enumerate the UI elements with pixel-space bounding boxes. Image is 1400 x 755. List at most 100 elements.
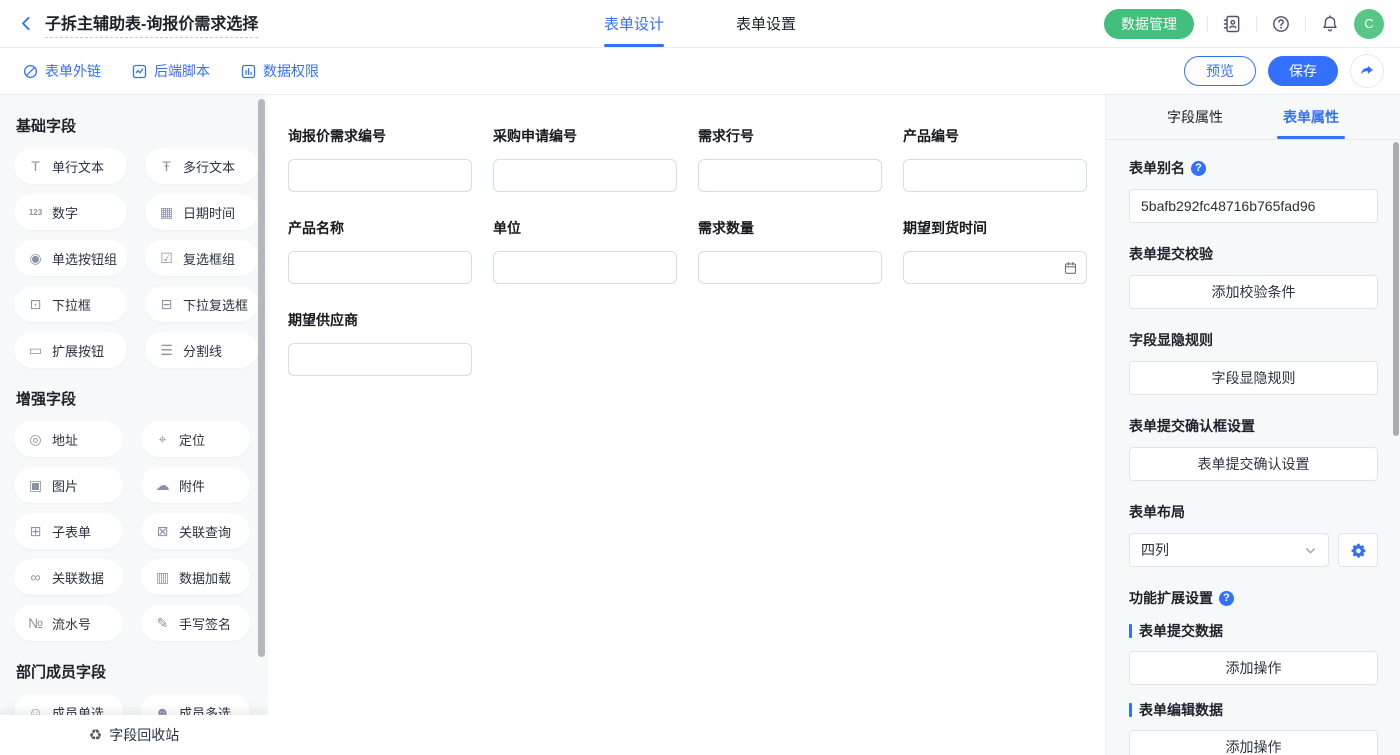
- field-item-select[interactable]: ⊡下拉框: [14, 286, 127, 322]
- tab-form-settings[interactable]: 表单设置: [736, 0, 796, 47]
- form-layout-label: 表单布局: [1129, 502, 1185, 522]
- backend-script-label: 后端脚本: [154, 61, 210, 81]
- field-input-expected-arrival-date[interactable]: [903, 251, 1087, 284]
- pen-icon: ✎: [154, 615, 171, 632]
- field-item-serial-number[interactable]: №流水号: [14, 605, 123, 641]
- tab-form-design[interactable]: 表单设计: [604, 0, 664, 47]
- field-input-unit[interactable]: [493, 251, 677, 284]
- form-canvas[interactable]: 询报价需求编号 采购申请编号 需求行号 产品编号 产品名称 单位: [268, 95, 1105, 755]
- field-input-purchase-request-no[interactable]: [493, 159, 677, 192]
- field-item-subform[interactable]: ⊞子表单: [14, 513, 123, 549]
- canvas-field[interactable]: 需求数量: [698, 218, 882, 284]
- extension-settings-label: 功能扩展设置: [1129, 588, 1213, 608]
- bar-chart-icon: ▥: [154, 569, 171, 586]
- add-validation-button[interactable]: 添加校验条件: [1129, 275, 1378, 309]
- serial-icon: №: [27, 615, 44, 631]
- button-icon: ▭: [27, 342, 44, 359]
- field-item-number[interactable]: 123数字: [14, 194, 127, 230]
- field-item-signature[interactable]: ✎手写签名: [141, 605, 250, 641]
- section-title-basic-fields: 基础字段: [16, 115, 250, 136]
- calendar-icon: ▦: [158, 204, 175, 221]
- panel-scrollbar[interactable]: [1393, 142, 1399, 436]
- single-line-text-icon: T: [27, 158, 44, 174]
- canvas-field[interactable]: 需求行号: [698, 126, 882, 192]
- field-item-linked-data[interactable]: ∞关联数据: [14, 559, 123, 595]
- tab-form-properties[interactable]: 表单属性: [1283, 95, 1339, 139]
- link-icon: [22, 63, 39, 80]
- field-item-location[interactable]: ⌖定位: [141, 421, 250, 457]
- field-item-multi-select[interactable]: ⊟下拉复选框: [145, 286, 258, 322]
- field-visibility-button[interactable]: 字段显隐规则: [1129, 361, 1378, 395]
- submit-confirm-label: 表单提交确认框设置: [1129, 416, 1255, 436]
- canvas-field[interactable]: 单位: [493, 218, 677, 284]
- select-icon: ⊡: [27, 296, 44, 313]
- field-item-single-line-text[interactable]: T单行文本: [14, 148, 127, 184]
- canvas-field[interactable]: 采购申请编号: [493, 126, 677, 192]
- help-icon[interactable]: [1270, 13, 1292, 35]
- backend-script-button[interactable]: 后端脚本: [131, 61, 210, 81]
- data-manage-button[interactable]: 数据管理: [1104, 9, 1194, 39]
- preview-button[interactable]: 预览: [1184, 56, 1256, 86]
- user-avatar[interactable]: C: [1354, 9, 1384, 39]
- field-item-extend-button[interactable]: ▭扩展按钮: [14, 332, 127, 368]
- field-input-demand-line-no[interactable]: [698, 159, 882, 192]
- field-recycle-bin[interactable]: ♻ 字段回收站: [0, 715, 268, 755]
- form-toolbar: 表单外链 后端脚本 数据权限 预览 保存: [0, 48, 1400, 95]
- submit-data-label: 表单提交数据: [1139, 621, 1223, 641]
- field-item-divider[interactable]: ☰分割线: [145, 332, 258, 368]
- properties-panel: 字段属性 表单属性 表单别名 ? 表单提交校验 添加校验条件 字段显隐规则 字段…: [1105, 95, 1400, 755]
- field-library-sidebar: 基础字段 T单行文本 Ŧ多行文本 123数字 ▦日期时间 ◉单选按钮组 ☑复选框…: [0, 95, 268, 755]
- cloud-upload-icon: ☁: [154, 477, 171, 494]
- data-permission-button[interactable]: 数据权限: [240, 61, 319, 81]
- form-layout-select[interactable]: 四列: [1129, 533, 1329, 567]
- sidebar-scrollbar[interactable]: [258, 99, 265, 657]
- crosshair-icon: ⌖: [154, 431, 171, 448]
- help-badge-icon[interactable]: ?: [1219, 591, 1234, 606]
- field-item-checkbox-group[interactable]: ☑复选框组: [145, 240, 258, 276]
- external-link-label: 表单外链: [45, 61, 101, 81]
- field-item-address[interactable]: ◎地址: [14, 421, 123, 457]
- field-item-data-load[interactable]: ▥数据加载: [141, 559, 250, 595]
- field-item-image[interactable]: ▣图片: [14, 467, 123, 503]
- canvas-field[interactable]: 询报价需求编号: [288, 126, 472, 192]
- save-button[interactable]: 保存: [1268, 56, 1338, 86]
- layout-settings-button[interactable]: [1338, 533, 1378, 567]
- data-permission-label: 数据权限: [263, 61, 319, 81]
- back-icon[interactable]: [18, 15, 35, 32]
- multi-select-icon: ⊟: [158, 296, 175, 313]
- recycle-icon: ♻: [89, 726, 102, 744]
- address-book-icon[interactable]: [1221, 13, 1243, 35]
- field-item-linked-query[interactable]: ⊠关联查询: [141, 513, 250, 549]
- field-input-product-name[interactable]: [288, 251, 472, 284]
- field-item-multi-line-text[interactable]: Ŧ多行文本: [145, 148, 258, 184]
- share-button[interactable]: [1350, 54, 1384, 88]
- submit-data-add-action-button[interactable]: 添加操作: [1129, 651, 1378, 685]
- divider-icon: ☰: [158, 342, 175, 359]
- multi-line-text-icon: Ŧ: [158, 158, 175, 174]
- field-item-radio-group[interactable]: ◉单选按钮组: [14, 240, 127, 276]
- canvas-field[interactable]: 期望供应商: [288, 310, 472, 376]
- section-marker: [1129, 703, 1132, 717]
- divider: [1207, 16, 1208, 32]
- field-input-demand-qty[interactable]: [698, 251, 882, 284]
- canvas-field[interactable]: 期望到货时间: [903, 218, 1087, 284]
- canvas-field[interactable]: 产品编号: [903, 126, 1087, 192]
- form-title[interactable]: 子拆主辅助表-询报价需求选择: [45, 10, 258, 38]
- form-alias-input[interactable]: [1129, 189, 1378, 223]
- tab-field-properties[interactable]: 字段属性: [1167, 95, 1223, 139]
- divider: [1305, 16, 1306, 32]
- field-input-expected-supplier[interactable]: [288, 343, 472, 376]
- canvas-field[interactable]: 产品名称: [288, 218, 472, 284]
- field-item-attachment[interactable]: ☁附件: [141, 467, 250, 503]
- app-header: 子拆主辅助表-询报价需求选择 表单设计 表单设置 数据管理 C: [0, 0, 1400, 48]
- gear-icon: [1350, 542, 1367, 559]
- edit-data-add-action-button[interactable]: 添加操作: [1129, 730, 1378, 755]
- notification-bell-icon[interactable]: [1319, 13, 1341, 35]
- field-item-datetime[interactable]: ▦日期时间: [145, 194, 258, 230]
- field-input-inquiry-demand-no[interactable]: [288, 159, 472, 192]
- external-link-button[interactable]: 表单外链: [22, 61, 101, 81]
- field-input-product-no[interactable]: [903, 159, 1087, 192]
- submit-confirm-button[interactable]: 表单提交确认设置: [1129, 447, 1378, 481]
- submit-validation-label: 表单提交校验: [1129, 244, 1213, 264]
- help-badge-icon[interactable]: ?: [1191, 161, 1206, 176]
